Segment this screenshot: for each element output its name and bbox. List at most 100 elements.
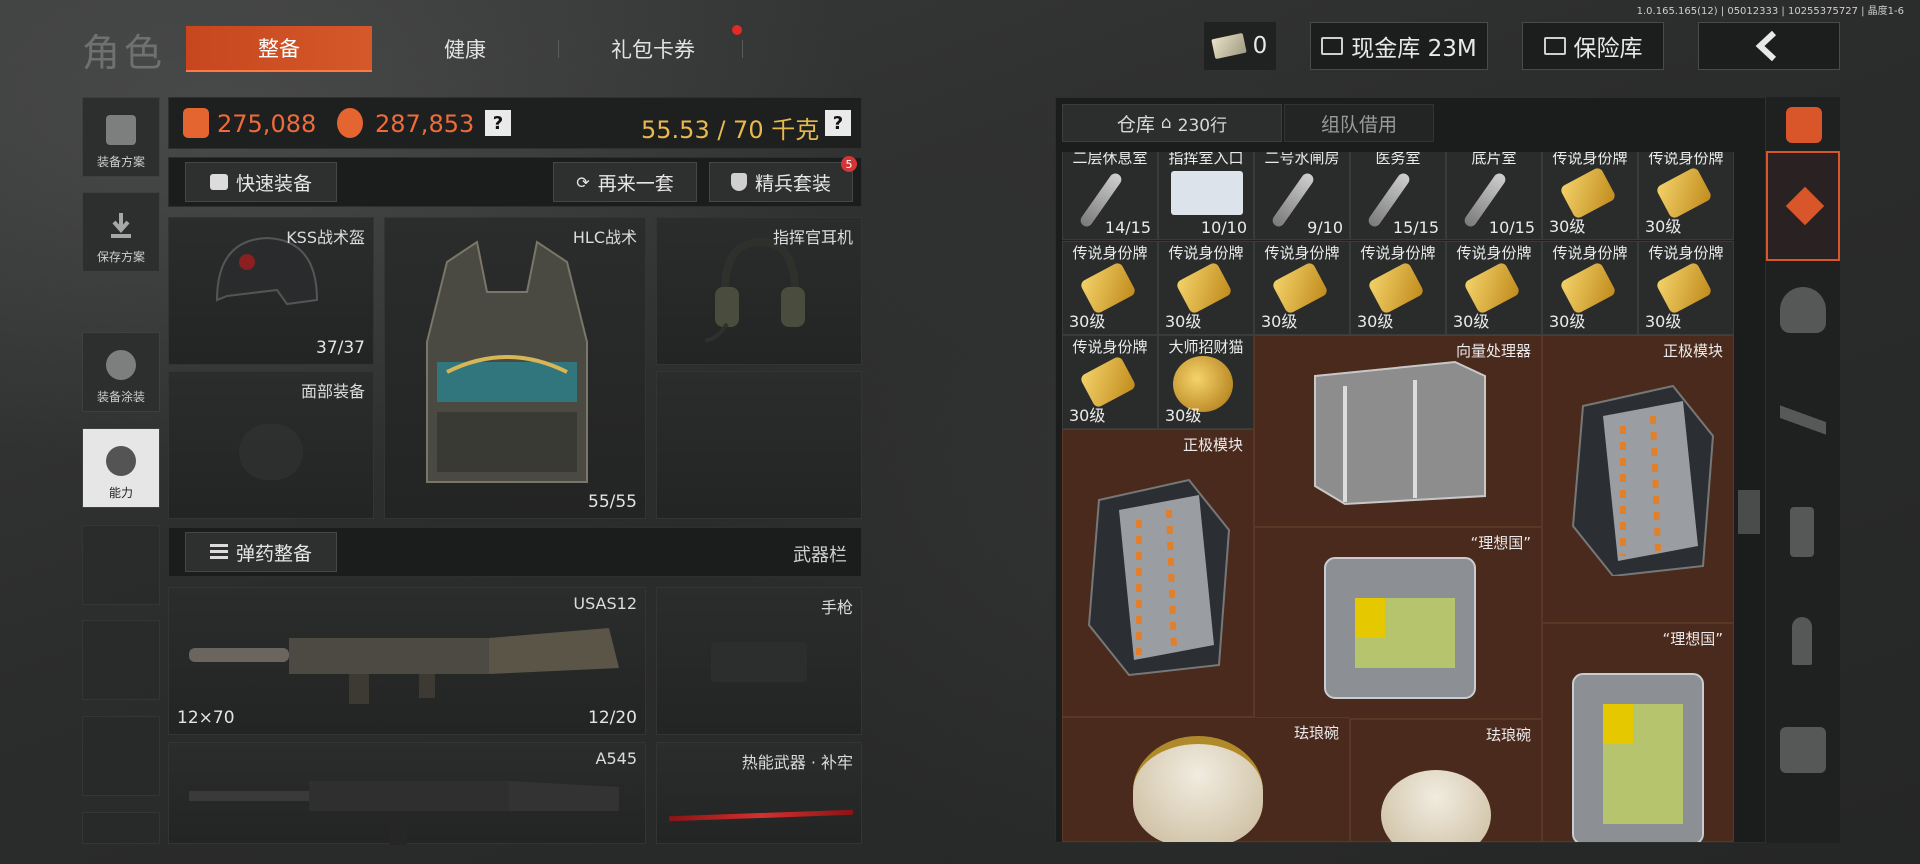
biohazard-case-image [1572,673,1704,842]
tab-gift-vouchers[interactable]: 礼包卡券 [560,26,746,72]
module-box-image [1087,478,1231,677]
key-card-item[interactable]: 指挥室入口 10/10 [1158,152,1254,240]
headset-image [705,237,805,343]
key-item[interactable]: 医务室 15/15 [1350,152,1446,240]
rail-equip-plan[interactable]: 装备方案 [82,97,160,177]
ammo-equip-button[interactable]: 弹药整备 [185,532,337,572]
category-sidebar [1765,97,1840,843]
dog-tag-item[interactable]: 传说身份牌 30级 [1638,152,1734,240]
item-name: 正极模块 [1662,342,1723,360]
key-item[interactable]: 二号水闸房 9/10 [1254,152,1350,240]
dog-tag-item[interactable]: 传说身份牌 30级 [1446,241,1542,335]
rail-empty-slot [82,525,160,605]
face-mask-placeholder-icon [239,424,303,480]
primary-weapon-slot[interactable]: USAS12 12×70 12/20 [168,587,646,735]
dog-tag-item[interactable]: 传说身份牌 30级 [1254,241,1350,335]
key-item[interactable]: 底片室 10/15 [1446,152,1542,240]
item-level: 30级 [1069,406,1106,425]
item-name: 大师招财猫 [1168,338,1244,356]
enamel-bowl-item[interactable]: 珐琅碗 [1062,717,1350,842]
stats-bar: 275,088 287,853 ? 55.53 / 70 千克 ? [168,97,862,149]
item-name: 传说身份牌 [1072,244,1148,262]
notification-dot [732,25,742,35]
face-slot[interactable]: 面部装备 [168,371,374,519]
vector-processor-item[interactable]: 向量处理器 [1254,335,1542,527]
armor-vest-image [426,240,588,483]
headset-slot[interactable]: 指挥官耳机 [656,217,862,365]
lucky-cat-item[interactable]: 大师招财猫 30级 [1158,335,1254,429]
warehouse-scrollbar[interactable] [1738,490,1760,534]
republic-case-item[interactable]: “理想国” [1542,623,1734,842]
secondary-weapon-label: A545 [595,749,637,768]
dog-tag-item[interactable]: 传说身份牌 30级 [1542,241,1638,335]
secondary-weapon-slot[interactable]: A545 [168,742,646,845]
armor-slot[interactable]: HLC战术 55/55 [384,217,646,519]
category-all[interactable] [1766,151,1840,261]
safe-button[interactable]: 保险库 [1522,22,1664,70]
ammo-category-icon[interactable] [1792,617,1812,665]
quick-equip-button[interactable]: 快速装备 [185,162,337,202]
helmet-category-icon[interactable] [1780,287,1826,333]
melee-slot[interactable]: 热能武器 · 补牢 [656,742,862,844]
warehouse-tab-label: 仓库 [1116,113,1155,136]
ammo-icon [209,544,228,560]
key-item[interactable]: 二层休息室 14/15 [1062,152,1158,240]
positive-module-item[interactable]: 正极模块 [1062,429,1254,717]
item-name: 珐琅碗 [1485,726,1531,744]
dog-tag-item[interactable]: 传说身份牌 30级 [1158,241,1254,335]
helmet-label: KSS战术盔 [286,228,365,247]
helmet-durability: 37/37 [316,338,365,358]
item-count: 15/15 [1392,218,1439,237]
cash-icon [1210,32,1247,60]
team-borrow-tab[interactable]: 组队借用 [1284,104,1434,142]
melee-label: 热能武器 · 补牢 [741,753,853,772]
pistol-slot[interactable]: 手枪 [656,587,862,735]
item-name: 二层休息室 [1072,152,1148,167]
rifle-category-icon[interactable] [1780,397,1826,443]
cash-vault-button[interactable]: 现金库 23M [1310,22,1488,70]
rail-save-plan[interactable]: 保存方案 [82,192,160,272]
helmet-slot[interactable]: KSS战术盔 37/37 [168,217,374,365]
value-help-button[interactable]: ? [485,110,511,136]
weapon-toolbar: 弹药整备 武器栏 [168,527,862,577]
backpack-value-icon [337,108,363,138]
cash-vault-icon [1321,37,1344,55]
item-name: 指挥室入口 [1168,152,1244,167]
enamel-bowl-item[interactable]: 珐琅碗 [1350,719,1542,842]
rifle-image [189,781,619,845]
rail-label: 保存方案 [96,250,145,264]
sort-layers-icon[interactable] [1786,107,1822,143]
positive-module-item[interactable]: 正极模块 [1542,335,1734,623]
magazine-category-icon[interactable] [1790,507,1814,557]
dog-tag-icon [1559,166,1617,220]
item-name: “理想国” [1662,630,1723,648]
elite-set-button[interactable]: 精兵套装 [709,162,853,202]
empty-equip-slot[interactable] [656,371,862,519]
back-arrow-icon [1755,30,1777,62]
dog-tag-item[interactable]: 传说身份牌 30级 [1062,335,1158,429]
safe-icon [1543,37,1566,55]
scope-category-icon[interactable] [1780,727,1826,773]
weight-help-button[interactable]: ? [825,110,851,136]
pistol-placeholder-icon [711,642,807,682]
dog-tag-icon [1079,355,1137,409]
dog-tag-icon [1079,261,1137,315]
dog-tag-item[interactable]: 传说身份牌 30级 [1638,241,1734,335]
rail-equip-skin[interactable]: 装备涂装 [82,332,160,412]
weapon-slot-title: 武器栏 [793,545,847,566]
back-button[interactable] [1698,22,1840,70]
tab-equip[interactable]: 整备 [186,26,372,72]
item-level: 30级 [1549,312,1586,331]
item-name: 传说身份牌 [1072,338,1148,356]
dog-tag-item[interactable]: 传说身份牌 30级 [1542,152,1638,240]
again-button[interactable]: ⟳ 再来一套 [553,162,697,202]
dog-tag-item[interactable]: 传说身份牌 30级 [1062,241,1158,335]
rail-label: 装备涂装 [96,390,145,404]
dog-tag-item[interactable]: 传说身份牌 30级 [1350,241,1446,335]
server-box-image [1314,360,1486,506]
rail-ability[interactable]: 能力 [82,428,160,508]
warehouse-tab[interactable]: 仓库 ⌂ 230行 [1062,104,1282,142]
republic-case-item[interactable]: “理想国” [1254,527,1542,719]
again-label: 再来一套 [597,172,674,195]
tab-health[interactable]: 健康 [372,26,558,72]
